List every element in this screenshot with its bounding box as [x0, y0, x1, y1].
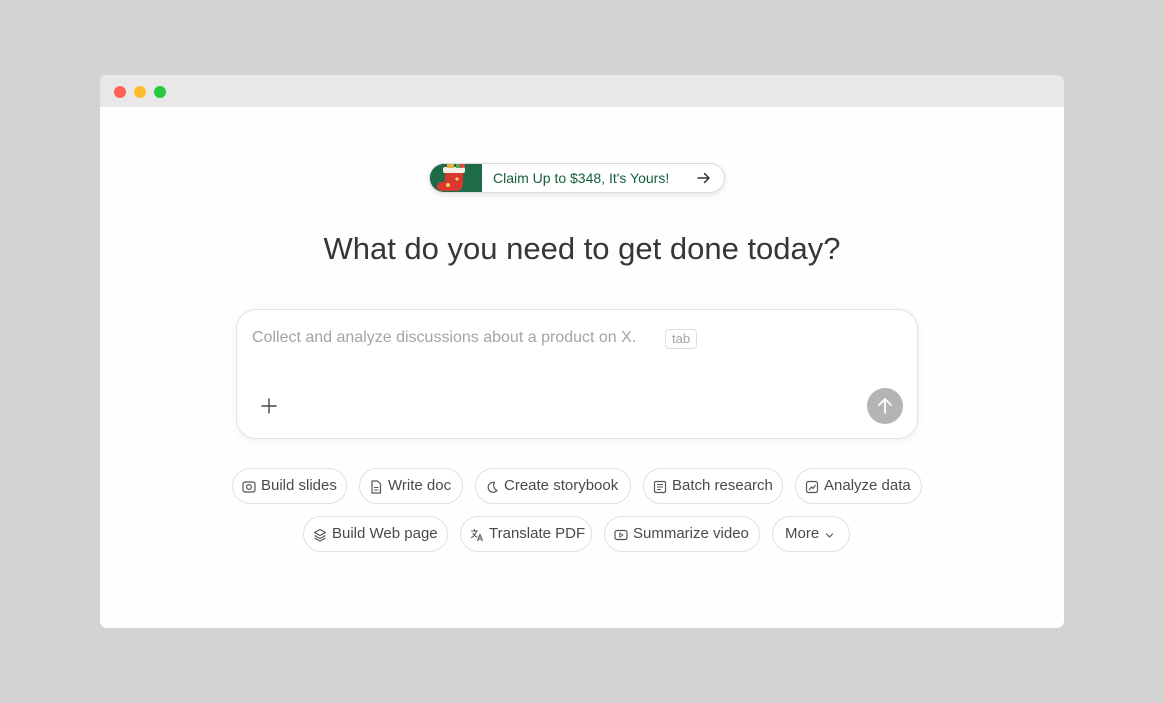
title-bar — [100, 75, 1064, 107]
promo-banner[interactable]: Claim Up to $348, It's Yours! — [429, 163, 725, 193]
close-window-button[interactable] — [114, 86, 126, 98]
attach-button[interactable] — [257, 394, 281, 418]
analyze-data-button[interactable]: Analyze data — [795, 468, 922, 504]
moon-icon — [487, 481, 498, 493]
promo-text: Claim Up to $348, It's Yours! — [493, 170, 670, 186]
send-button[interactable] — [867, 388, 903, 424]
chevron-down-icon — [825, 533, 834, 538]
document-icon — [371, 480, 382, 494]
translate-pdf-button[interactable]: Translate PDF — [460, 516, 592, 552]
create-storybook-button[interactable]: Create storybook — [475, 468, 631, 504]
arrow-right-icon — [697, 172, 710, 184]
slides-icon — [242, 481, 256, 493]
video-icon — [614, 529, 628, 541]
plus-icon — [261, 398, 277, 414]
research-icon — [653, 480, 667, 494]
prompt-input[interactable]: Collect and analyze discussions about a … — [252, 329, 636, 347]
write-doc-button[interactable]: Write doc — [359, 468, 463, 504]
maximize-window-button[interactable] — [154, 86, 166, 98]
layers-icon — [313, 528, 327, 542]
translate-icon — [470, 528, 484, 542]
christmas-stocking-icon — [430, 164, 482, 192]
build-web-page-button[interactable]: Build Web page — [303, 516, 448, 552]
batch-research-button[interactable]: Batch research — [643, 468, 783, 504]
minimize-window-button[interactable] — [134, 86, 146, 98]
tab-hint-badge: tab — [665, 329, 698, 349]
app-window: Claim Up to $348, It's Yours! What do yo… — [100, 75, 1064, 628]
prompt-composer[interactable]: Collect and analyze discussions about a … — [236, 309, 918, 439]
more-actions-button[interactable]: More — [772, 516, 850, 552]
chart-icon — [805, 480, 819, 494]
summarize-video-button[interactable]: Summarize video — [604, 516, 760, 552]
page-title: What do you need to get done today? — [323, 231, 841, 266]
arrow-up-icon — [878, 398, 892, 414]
build-slides-button[interactable]: Build slides — [232, 468, 347, 504]
